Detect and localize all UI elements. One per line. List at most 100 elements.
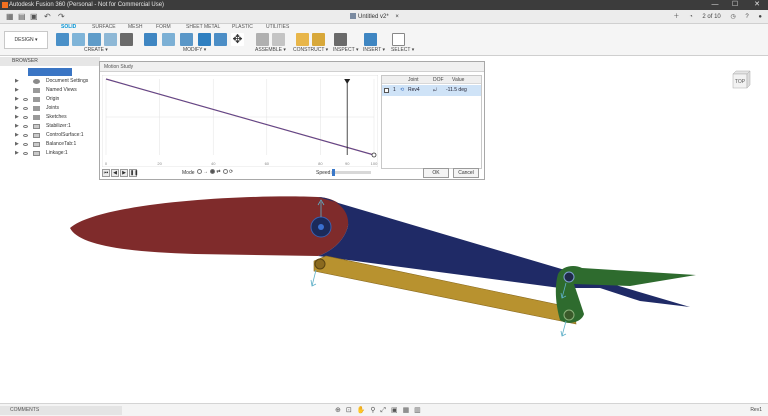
insert-image-icon[interactable] bbox=[364, 33, 377, 46]
browser-panel: BROWSER Untitled v2 ▶ Document Settings ▶… bbox=[0, 57, 100, 167]
viewcube[interactable]: TOP bbox=[730, 69, 752, 93]
pan-icon[interactable]: ✋ bbox=[357, 406, 366, 415]
look-at-icon[interactable]: ⊡ bbox=[346, 406, 352, 415]
navigation-bar: ⊕ ⊡ ✋ ⚲ ⤢ ▣ ▦ ▥ bbox=[335, 406, 424, 415]
visibility-icon[interactable] bbox=[23, 152, 28, 155]
document-tab[interactable]: Untitled v2* × bbox=[350, 12, 399, 22]
assemble-menu[interactable]: ASSEMBLE ▾ bbox=[255, 47, 286, 53]
page-counter[interactable]: 2 of 10 bbox=[702, 11, 720, 23]
row-checkbox[interactable] bbox=[384, 88, 389, 93]
save-icon[interactable]: ▣ bbox=[30, 12, 38, 22]
speed-slider-thumb[interactable] bbox=[332, 169, 335, 176]
mode-loop-radio[interactable] bbox=[210, 169, 216, 174]
inspect-menu[interactable]: INSPECT ▾ bbox=[333, 47, 358, 53]
press-pull-icon[interactable] bbox=[144, 33, 157, 46]
undo-icon[interactable]: ↶ bbox=[44, 12, 51, 22]
linkage-pin-icon[interactable] bbox=[314, 258, 326, 270]
insert-menu[interactable]: INSERT ▾ bbox=[363, 47, 385, 53]
model-canvas[interactable] bbox=[0, 180, 768, 402]
table-row[interactable]: 1 ⟲ Rev4 ⤾ -11.5 deg bbox=[382, 85, 481, 96]
as-built-joint-icon[interactable] bbox=[272, 33, 285, 46]
data-panel-icon[interactable]: ▦ bbox=[6, 12, 14, 22]
tab-solid[interactable]: SOLID bbox=[61, 24, 76, 30]
tab-sheet-metal[interactable]: SHEET METAL bbox=[186, 24, 220, 30]
revolve-icon[interactable] bbox=[104, 33, 117, 46]
close-window-button[interactable]: ✕ bbox=[746, 0, 768, 10]
select-menu[interactable]: SELECT ▾ bbox=[391, 47, 414, 53]
browser-header[interactable]: BROWSER bbox=[0, 57, 100, 66]
orbit-icon[interactable]: ⊕ bbox=[335, 406, 341, 415]
visibility-icon[interactable] bbox=[23, 125, 28, 128]
close-tab-icon[interactable]: × bbox=[395, 14, 399, 20]
minimize-button[interactable]: — bbox=[704, 0, 726, 10]
play-forward-button[interactable]: ▶ bbox=[120, 169, 128, 177]
visibility-icon[interactable] bbox=[23, 134, 28, 137]
axis-icon[interactable] bbox=[312, 33, 325, 46]
visibility-icon[interactable] bbox=[23, 143, 28, 146]
shell-icon[interactable] bbox=[198, 33, 211, 46]
maximize-button[interactable]: ☐ bbox=[724, 0, 746, 10]
stabilizer-body[interactable] bbox=[70, 196, 349, 256]
notifications-icon[interactable]: ◷ bbox=[730, 11, 735, 23]
create-sketch-icon[interactable] bbox=[72, 33, 85, 46]
hole-icon[interactable] bbox=[120, 33, 133, 46]
visibility-icon[interactable] bbox=[23, 116, 28, 119]
mode-label: Mode bbox=[182, 170, 195, 176]
move-copy-icon[interactable]: ✥ bbox=[231, 33, 244, 46]
file-menu-icon[interactable]: ▤ bbox=[18, 12, 26, 22]
mode-once-radio[interactable] bbox=[197, 169, 202, 174]
construct-menu[interactable]: CONSTRUCT ▾ bbox=[293, 47, 328, 53]
offset-plane-icon[interactable] bbox=[296, 33, 309, 46]
play-backward-button[interactable]: ◀ bbox=[111, 169, 119, 177]
new-tab-icon[interactable]: ＋ bbox=[673, 11, 679, 23]
tab-plastic[interactable]: PLASTIC bbox=[232, 24, 253, 30]
help-icon[interactable]: ? bbox=[745, 11, 748, 23]
viewports-icon[interactable]: ▥ bbox=[414, 406, 421, 415]
display-settings-icon[interactable]: ▣ bbox=[391, 406, 398, 415]
speed-slider[interactable] bbox=[331, 171, 371, 174]
modify-menu[interactable]: MODIFY ▾ bbox=[183, 47, 206, 53]
chamfer-icon[interactable] bbox=[180, 33, 193, 46]
comments-panel[interactable]: COMMENTS bbox=[0, 406, 122, 415]
speed-label: Speed bbox=[316, 170, 331, 176]
tab-linkage-pin-icon[interactable] bbox=[563, 309, 575, 321]
extrude-icon[interactable] bbox=[88, 33, 101, 46]
fillet-icon[interactable] bbox=[162, 33, 175, 46]
mode-pingpong-radio[interactable] bbox=[222, 169, 228, 174]
select-icon[interactable] bbox=[392, 33, 405, 46]
control-surface-body[interactable] bbox=[318, 197, 690, 307]
tab-mesh[interactable]: MESH bbox=[128, 24, 142, 30]
tab-surface[interactable]: SURFACE bbox=[92, 24, 116, 30]
motion-endpoint[interactable] bbox=[371, 152, 377, 158]
visibility-icon[interactable] bbox=[23, 107, 28, 110]
motion-study-graph[interactable]: 0 20 40 60 80 90 100 bbox=[102, 75, 378, 167]
new-component-icon[interactable] bbox=[56, 33, 69, 46]
joint-icon[interactable] bbox=[256, 33, 269, 46]
pause-button[interactable]: ❚❚ bbox=[129, 169, 138, 177]
ok-button[interactable]: OK bbox=[423, 168, 449, 178]
user-avatar-icon[interactable]: ● bbox=[758, 11, 762, 23]
grid-settings-icon[interactable]: ▦ bbox=[403, 406, 410, 415]
component-icon bbox=[33, 151, 40, 156]
graph-frame bbox=[102, 75, 378, 167]
fit-icon[interactable]: ⤢ bbox=[380, 406, 386, 415]
revolute-joint-icon: ⟲ bbox=[400, 87, 405, 93]
combine-icon[interactable] bbox=[214, 33, 227, 46]
cancel-button[interactable]: Cancel bbox=[453, 168, 479, 178]
job-status-icon[interactable]: ◔ bbox=[689, 11, 693, 23]
joint-table: Joint DOF Value 1 ⟲ Rev4 ⤾ -11.5 deg bbox=[381, 75, 482, 169]
tab-utilities[interactable]: UTILITIES bbox=[266, 24, 289, 30]
joint-table-header: Joint DOF Value bbox=[382, 76, 481, 84]
go-to-start-button[interactable]: ⏮ bbox=[102, 169, 110, 177]
row-value[interactable]: -11.5 deg bbox=[446, 85, 467, 96]
zoom-icon[interactable]: ⚲ bbox=[370, 406, 375, 415]
browser-root-item[interactable]: Untitled v2 bbox=[28, 68, 72, 83]
tab-pin-icon[interactable] bbox=[563, 271, 575, 283]
measure-icon[interactable] bbox=[334, 33, 347, 46]
redo-icon[interactable]: ↷ bbox=[58, 12, 65, 22]
right-toolbar: ＋ ◔ 2 of 10 ◷ ? ● bbox=[665, 11, 762, 23]
workspace-dropdown[interactable]: DESIGN ▾ bbox=[4, 31, 48, 49]
create-menu[interactable]: CREATE ▾ bbox=[84, 47, 108, 53]
visibility-icon[interactable] bbox=[23, 98, 28, 101]
tab-form[interactable]: FORM bbox=[156, 24, 171, 30]
